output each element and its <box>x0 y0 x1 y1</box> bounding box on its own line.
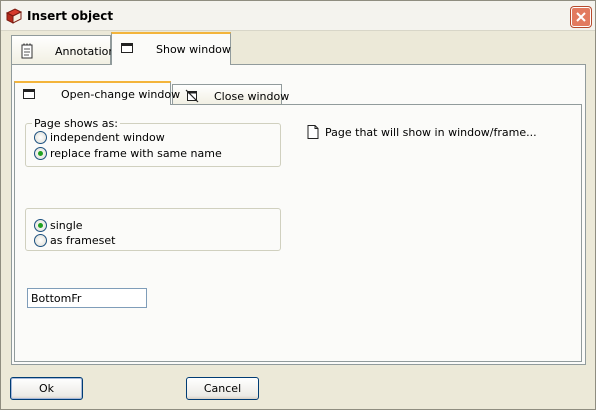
tab-annotation[interactable]: Annotation <box>11 35 115 65</box>
radio-label: replace frame with same name <box>50 147 222 160</box>
dialog-title: Insert object <box>27 9 114 23</box>
radio-button[interactable] <box>34 219 47 232</box>
tab-open-change-window-label: Open-change window <box>61 88 181 101</box>
page-shows-group: Page shows as: independent window replac… <box>25 117 281 167</box>
tab-open-change-window[interactable]: Open-change window <box>14 81 180 105</box>
close-window-icon <box>185 89 199 103</box>
layout-mode-group: single as frameset <box>25 208 281 251</box>
title-bar[interactable]: Insert object <box>1 1 595 31</box>
page-shows-legend: Page shows as: <box>32 117 120 130</box>
tab-close-window[interactable]: Close window <box>172 84 289 105</box>
close-icon <box>576 12 586 22</box>
tab-close-window-label: Close window <box>214 90 290 103</box>
cancel-button[interactable]: Cancel <box>186 377 259 400</box>
window-icon <box>22 87 36 101</box>
document-icon <box>307 125 319 139</box>
radio-label: as frameset <box>50 234 116 247</box>
window-icon <box>120 41 134 55</box>
tab-show-window[interactable]: Show window <box>111 32 231 65</box>
radio-button[interactable] <box>34 147 47 160</box>
tab-show-window-label: Show window <box>156 43 231 56</box>
target-page-label: Page that will show in window/frame... <box>325 126 537 139</box>
radio-button[interactable] <box>34 131 47 144</box>
red-book-icon <box>5 7 23 25</box>
radio-label: single <box>50 219 83 232</box>
show-window-panel: Open-change window Close window Page sho… <box>11 64 586 365</box>
ok-button[interactable]: Ok <box>10 377 83 400</box>
tab-annotation-label: Annotation <box>55 45 116 58</box>
radio-label: independent window <box>50 131 165 144</box>
insert-object-dialog: Insert object Annotation Show window Ope… <box>0 0 596 410</box>
notepad-icon <box>20 43 34 59</box>
open-change-window-panel: Page shows as: independent window replac… <box>14 104 582 362</box>
close-button[interactable] <box>571 7 591 27</box>
frame-name-input[interactable] <box>27 288 147 308</box>
radio-button[interactable] <box>34 234 47 247</box>
